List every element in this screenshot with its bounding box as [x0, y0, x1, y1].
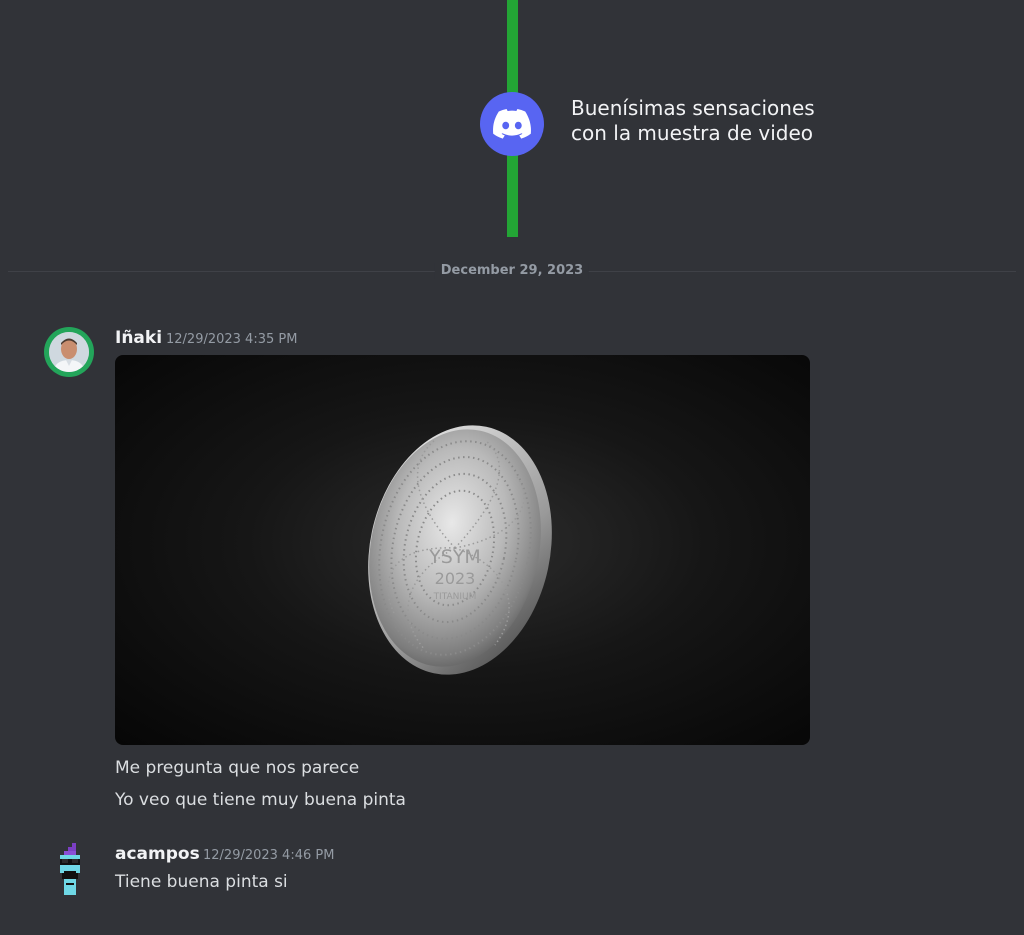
message-timestamp: 12/29/2023 4:35 PM — [166, 332, 298, 347]
avatar-photo-svg — [49, 332, 89, 372]
timeline-caption: Buenísimas sensaciones con la muestra de… — [571, 96, 891, 146]
message-timestamp: 12/29/2023 4:46 PM — [203, 848, 335, 863]
avatar-photo — [49, 332, 89, 372]
avatar[interactable] — [44, 327, 94, 377]
timeline-caption-line2: con la muestra de video — [571, 121, 813, 145]
discord-logo-icon — [480, 92, 544, 156]
message-author[interactable]: acampos — [115, 843, 200, 865]
message-author[interactable]: Iñaki — [115, 327, 162, 349]
discord-logo-svg — [493, 109, 531, 139]
coin-text-3: TITANIUM — [433, 592, 477, 602]
coin-image: YSYM 2023 TITANIUM — [368, 425, 552, 675]
message-line: Yo veo que tiene muy buena pinta — [115, 790, 406, 810]
avatar[interactable] — [52, 843, 88, 895]
coin-text-1: YSYM — [428, 546, 481, 568]
message-line: Tiene buena pinta si — [115, 872, 288, 892]
timeline-caption-line1: Buenísimas sensaciones — [571, 96, 815, 120]
image-attachment[interactable]: YSYM 2023 TITANIUM — [115, 355, 810, 745]
message-line: Me pregunta que nos parece — [115, 758, 360, 778]
pixel-art-avatar — [60, 843, 80, 895]
date-divider-label: December 29, 2023 — [434, 263, 590, 279]
coin-text-2: 2023 — [435, 569, 476, 588]
